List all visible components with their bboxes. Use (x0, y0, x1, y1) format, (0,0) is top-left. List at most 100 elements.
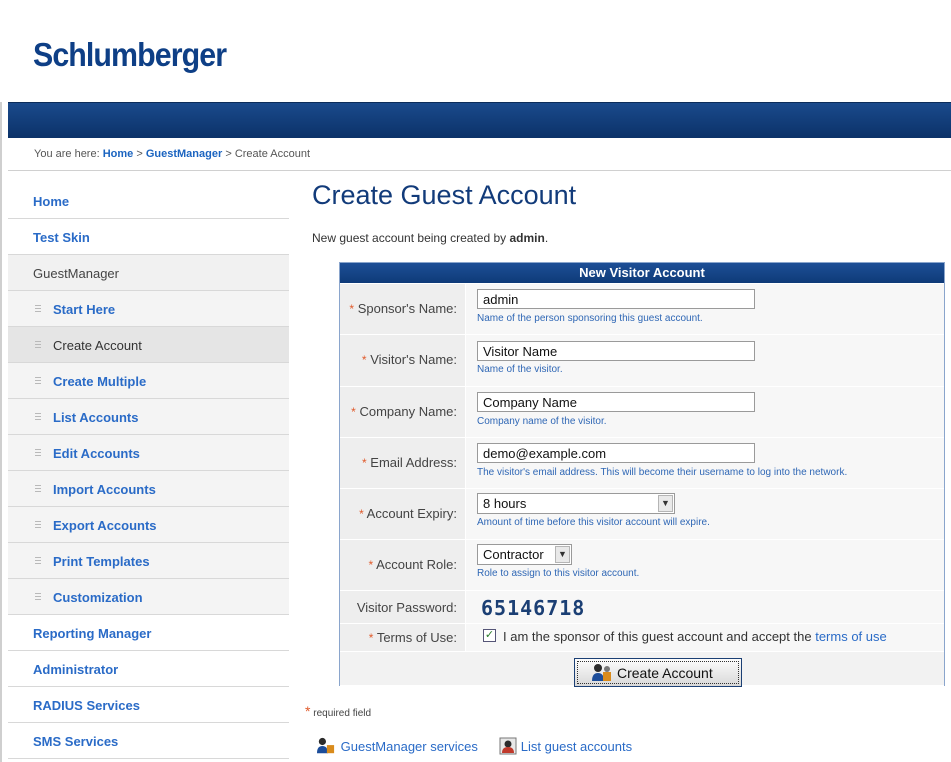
left-border (0, 0, 2, 762)
guestmanager-icon (317, 737, 335, 754)
terms-text: I am the sponsor of this guest account a… (503, 629, 887, 644)
sidebar-item-label: Administrator (33, 662, 119, 677)
breadcrumb-home[interactable]: Home (103, 148, 134, 160)
sidebar-item-label: Test Skin (33, 230, 90, 245)
row-email: * Email Address: demo@example.com The vi… (340, 438, 944, 489)
header-bar (8, 102, 951, 139)
email-hint: The visitor's email address. This will b… (477, 467, 848, 478)
required-marker: * (368, 631, 374, 645)
sidebar-item-label: Export Accounts (53, 518, 157, 533)
brand-logo[interactable]: Schlumberger (33, 36, 227, 74)
row-submit: Create Account (340, 652, 944, 687)
email-address-input[interactable]: demo@example.com (477, 443, 755, 463)
sidebar-item-label: Create Multiple (53, 374, 147, 389)
role-label: Account Role: (376, 557, 457, 572)
sidebar-item-administrator[interactable]: Administrator (8, 651, 289, 687)
sidebar-item-reporting-manager[interactable]: Reporting Manager (8, 615, 289, 651)
sidebar-item-start-here[interactable]: Start Here (8, 291, 289, 327)
sidebar-item-sms-services[interactable]: SMS Services (8, 723, 289, 759)
account-expiry-select[interactable]: 8 hours ▼ (477, 493, 675, 514)
page-title: Create Guest Account (312, 180, 577, 210)
sidebar-item-label: GuestManager (33, 266, 119, 281)
required-marker: * (368, 558, 374, 572)
sidebar-item-label: Customization (53, 590, 143, 605)
sponsor-name-input[interactable]: admin (477, 289, 755, 309)
sidebar-item-label: RADIUS Services (33, 698, 140, 713)
sidebar-item-create-account[interactable]: Create Account (8, 327, 289, 363)
sidebar-item-radius-services[interactable]: RADIUS Services (8, 687, 289, 723)
visitor-label: Visitor's Name: (370, 352, 457, 367)
row-expiry: * Account Expiry: 8 hours ▼ Amount of ti… (340, 489, 944, 540)
bullet-icon (35, 521, 41, 529)
bullet-icon (35, 485, 41, 493)
terms-checkbox[interactable]: ✓ (483, 629, 496, 642)
row-role: * Account Role: Contractor ▼ Role to ass… (340, 540, 944, 591)
sponsor-hint: Name of the person sponsoring this guest… (477, 313, 703, 324)
chevron-down-icon[interactable]: ▼ (555, 546, 570, 563)
company-hint: Company name of the visitor. (477, 416, 607, 427)
row-terms: * Terms of Use: ✓ I am the sponsor of th… (340, 624, 944, 652)
sidebar-item-label: Edit Accounts (53, 446, 140, 461)
required-note-text: required field (313, 708, 372, 719)
account-role-select[interactable]: Contractor ▼ (477, 544, 572, 565)
sponsor-label: Sponsor's Name: (357, 301, 457, 316)
bullet-icon (35, 557, 41, 565)
bullet-icon (35, 377, 41, 385)
guest-user-icon (592, 664, 611, 681)
sidebar-item-test-skin[interactable]: Test Skin (8, 219, 289, 255)
visitor-password-value: 65146718 (481, 596, 586, 620)
sidebar-item-home[interactable]: Home (8, 183, 289, 219)
create-account-button[interactable]: Create Account (574, 658, 742, 687)
row-visitor: * Visitor's Name: Visitor Name Name of t… (340, 335, 944, 387)
company-name-input[interactable]: Company Name (477, 392, 755, 412)
sidebar-item-label: Reporting Manager (33, 626, 152, 641)
sidebar-item-export-accounts[interactable]: Export Accounts (8, 507, 289, 543)
chevron-down-icon[interactable]: ▼ (658, 495, 673, 512)
bullet-icon (35, 593, 41, 601)
terms-of-use-link[interactable]: terms of use (815, 629, 887, 644)
bullet-icon (35, 341, 41, 349)
company-label: Company Name: (359, 404, 457, 419)
sidebar-item-customization[interactable]: Customization (8, 579, 289, 615)
subtitle-text: New guest account being created by (312, 231, 507, 245)
required-marker: * (349, 302, 355, 316)
footer-links: GuestManager services List guest account… (315, 737, 632, 755)
visitor-hint: Name of the visitor. (477, 364, 563, 375)
sidebar-item-label: Print Templates (53, 554, 150, 569)
required-field-note: * required field (305, 703, 371, 719)
breadcrumb-prefix: You are here: (34, 148, 100, 160)
list-guest-accounts-link[interactable]: List guest accounts (521, 739, 632, 754)
subtitle-user: admin (509, 231, 545, 245)
sidebar-item-guestmanager[interactable]: GuestManager (8, 255, 289, 291)
sidebar-item-label: Create Account (53, 338, 142, 353)
role-selected-value: Contractor (483, 547, 544, 562)
sidebar-item-list-accounts[interactable]: List Accounts (8, 399, 289, 435)
create-account-label: Create Account (617, 665, 713, 681)
sidebar-item-print-templates[interactable]: Print Templates (8, 543, 289, 579)
sidebar-item-import-accounts[interactable]: Import Accounts (8, 471, 289, 507)
sidebar-item-edit-accounts[interactable]: Edit Accounts (8, 435, 289, 471)
guestmanager-services-link[interactable]: GuestManager services (341, 739, 478, 754)
expiry-label: Account Expiry: (366, 506, 457, 521)
breadcrumb-separator: > (225, 148, 232, 160)
page-subtitle: New guest account being created by admin… (312, 231, 548, 245)
bullet-icon (35, 449, 41, 457)
required-marker: * (305, 703, 311, 719)
subtitle-suffix: . (544, 231, 549, 245)
breadcrumb-guestmanager[interactable]: GuestManager (146, 148, 222, 160)
sidebar-item-create-multiple[interactable]: Create Multiple (8, 363, 289, 399)
row-sponsor: * Sponsor's Name: admin Name of the pers… (340, 284, 944, 335)
sidebar-item-label: List Accounts (53, 410, 139, 425)
visitor-name-input[interactable]: Visitor Name (477, 341, 755, 361)
role-hint: Role to assign to this visitor account. (477, 568, 640, 579)
bullet-icon (35, 413, 41, 421)
terms-label: Terms of Use: (376, 630, 457, 645)
sidebar-item-label: Start Here (53, 302, 116, 317)
expiry-hint: Amount of time before this visitor accou… (477, 517, 710, 528)
row-company: * Company Name: Company Name Company nam… (340, 387, 944, 438)
sidebar-item-label: Import Accounts (53, 482, 156, 497)
sidebar-item-label: SMS Services (33, 734, 119, 749)
password-label: Visitor Password: (356, 600, 457, 615)
header: Schlumberger (0, 0, 951, 102)
required-marker: * (351, 405, 356, 419)
